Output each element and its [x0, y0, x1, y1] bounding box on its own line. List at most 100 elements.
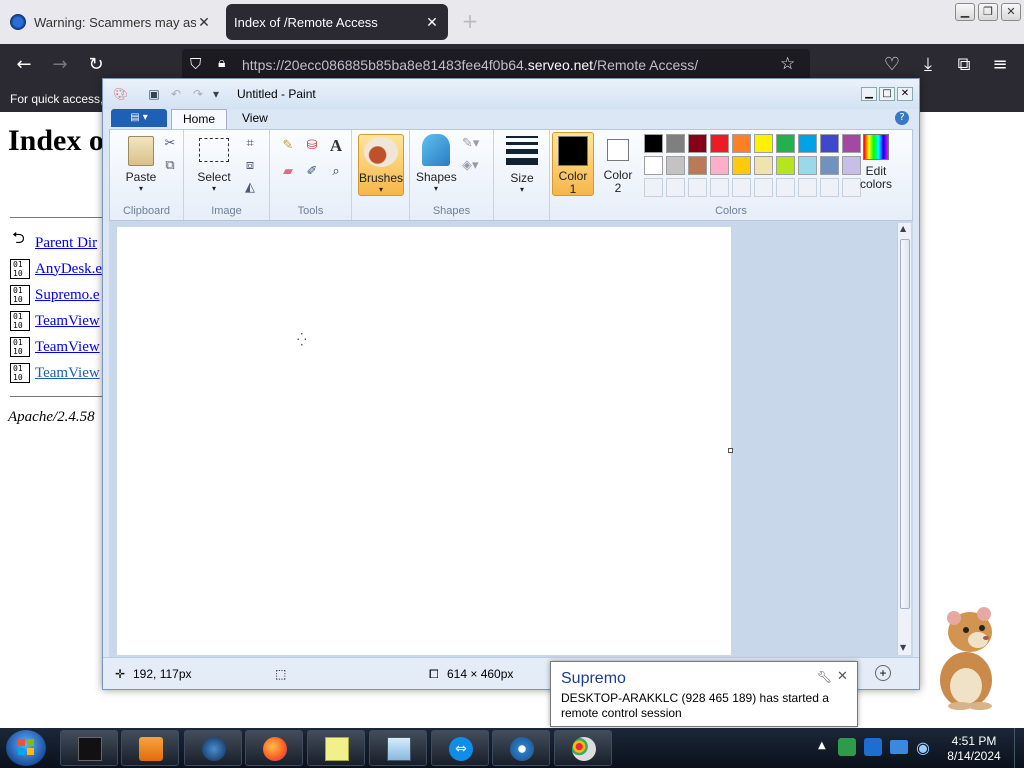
list-item[interactable]: 01 10 AnyDesk.e — [10, 257, 102, 281]
scroll-up-icon[interactable]: ▲ — [900, 224, 906, 233]
taskbar-app-media-player[interactable] — [121, 730, 179, 766]
taskbar-app-globe[interactable] — [184, 730, 242, 766]
palette-swatch[interactable] — [710, 156, 729, 175]
palette-swatch[interactable] — [732, 134, 751, 153]
cut-icon[interactable]: ✂ — [162, 136, 178, 152]
custom-color-slot[interactable] — [754, 178, 773, 197]
paint-maximize-button[interactable]: □ — [879, 87, 895, 101]
palette-swatch[interactable] — [732, 156, 751, 175]
fill-icon[interactable]: ◈▾ — [462, 158, 479, 174]
custom-color-slot[interactable] — [666, 178, 685, 197]
system-clock[interactable]: 4:51 PM 8/14/2024 — [938, 734, 1010, 764]
scroll-down-icon[interactable]: ▼ — [900, 643, 906, 652]
close-window-button[interactable]: ✕ — [1001, 3, 1021, 21]
list-item-link[interactable]: TeamView — [35, 365, 100, 382]
select-button[interactable]: Select ▾ — [192, 138, 236, 193]
close-tab-icon[interactable]: ✕ — [196, 14, 212, 31]
color2-button[interactable]: Color 2 — [598, 132, 638, 196]
copy-icon[interactable]: ⧉ — [162, 158, 178, 174]
paint-window[interactable]: 🎨︎ ▣ ↶ ↷ ▾ Untitled - Paint ▁ □ ✕ ▤ ▾ Ho… — [102, 78, 920, 690]
address-bar[interactable]: ⛉ 🔒︎ https://20ecc086885b85ba8e81483fee4… — [182, 49, 810, 81]
save-icon[interactable]: ▣ — [147, 87, 161, 101]
custom-color-slot[interactable] — [644, 178, 663, 197]
list-item[interactable]: 01 10 TeamView — [10, 335, 100, 359]
wrench-icon[interactable]: 🔧︎ — [817, 670, 832, 684]
downloads-icon[interactable]: ⤓ — [916, 53, 940, 77]
show-hidden-icons-icon[interactable]: ▲ — [818, 740, 826, 751]
palette-swatch[interactable] — [644, 156, 663, 175]
paint-minimize-button[interactable]: ▁ — [861, 87, 877, 101]
bookmark-star-icon[interactable]: ☆ — [780, 54, 795, 74]
show-desktop-button[interactable] — [1014, 728, 1024, 768]
shapes-button[interactable]: Shapes ▾ — [416, 134, 457, 193]
hamster-gadget[interactable] — [926, 600, 1012, 710]
help-icon[interactable]: ? — [895, 111, 909, 125]
shield-icon[interactable]: ⛉ — [190, 55, 201, 73]
paint-file-menu-button[interactable]: ▤ ▾ — [111, 109, 167, 127]
tab-view[interactable]: View — [231, 109, 279, 129]
list-item[interactable]: 01 10 TeamView — [10, 361, 100, 385]
pocket-icon[interactable]: ♡ — [880, 53, 904, 77]
taskbar-app-supremo[interactable] — [492, 730, 550, 766]
volume-icon[interactable]: ◉ — [916, 738, 930, 757]
palette-swatch[interactable] — [776, 134, 795, 153]
magnifier-icon[interactable]: ⌕ — [328, 164, 344, 180]
close-icon[interactable]: ✕ — [837, 668, 848, 684]
palette-swatch[interactable] — [754, 134, 773, 153]
palette-swatch[interactable] — [666, 156, 685, 175]
outline-icon[interactable]: ✎▾ — [462, 136, 479, 152]
vertical-scrollbar[interactable]: ▲ ▼ — [897, 223, 911, 655]
restore-button[interactable]: ❐ — [978, 3, 998, 21]
supremo-notification[interactable]: Supremo 🔧︎ ✕ DESKTOP-ARAKKLC (928 465 18… — [550, 661, 858, 727]
edit-colors-button[interactable]: Edit colors — [856, 132, 896, 196]
color1-button[interactable]: Color 1 — [552, 132, 594, 196]
palette-swatch[interactable] — [798, 156, 817, 175]
forward-arrow-icon[interactable]: → — [48, 53, 72, 77]
tray-monitor-icon[interactable] — [890, 740, 908, 754]
palette-swatch[interactable] — [644, 134, 663, 153]
minimize-button[interactable]: ▁ — [955, 3, 975, 21]
custom-color-slot[interactable] — [798, 178, 817, 197]
paint-title-bar[interactable]: 🎨︎ ▣ ↶ ↷ ▾ Untitled - Paint ▁ □ ✕ — [103, 79, 919, 109]
list-item-link[interactable]: AnyDesk.e — [35, 261, 102, 278]
customize-quick-access-icon[interactable]: ▾ — [209, 87, 223, 101]
tray-network-icon[interactable] — [838, 738, 856, 756]
palette-swatch[interactable] — [666, 134, 685, 153]
palette-swatch[interactable] — [754, 156, 773, 175]
custom-color-slot[interactable] — [776, 178, 795, 197]
taskbar-app-notepad[interactable] — [369, 730, 427, 766]
resize-icon[interactable]: ⧈ — [242, 158, 258, 174]
lock-icon[interactable]: 🔒︎ — [218, 55, 225, 71]
list-item-link[interactable]: TeamView — [35, 339, 100, 356]
list-item[interactable]: ⮌ Parent Dir — [10, 230, 97, 255]
list-item-link[interactable]: Parent Dir — [35, 235, 97, 252]
reload-icon[interactable]: ↻ — [84, 53, 108, 77]
start-button[interactable] — [6, 730, 46, 766]
palette-swatch[interactable] — [776, 156, 795, 175]
taskbar-app-paint[interactable] — [554, 730, 612, 766]
palette-swatch[interactable] — [820, 134, 839, 153]
undo-icon[interactable]: ↶ — [169, 87, 183, 101]
list-item[interactable]: 01 10 TeamView — [10, 309, 100, 333]
new-tab-button[interactable]: + — [458, 10, 482, 34]
custom-color-slot[interactable] — [732, 178, 751, 197]
drawing-canvas[interactable]: ⁛ — [117, 227, 731, 655]
list-item-link[interactable]: TeamView — [35, 313, 100, 330]
custom-color-slot[interactable] — [688, 178, 707, 197]
rotate-icon[interactable]: ◭ — [242, 180, 258, 196]
text-tool-icon[interactable]: A — [328, 137, 344, 154]
paste-button[interactable]: Paste ▾ — [118, 136, 164, 193]
extensions-icon[interactable]: ⧉ — [952, 53, 976, 77]
menu-icon[interactable]: ≡ — [988, 53, 1012, 77]
tray-app-icon[interactable] — [864, 738, 882, 756]
crop-icon[interactable]: ⌗ — [242, 136, 258, 152]
list-item[interactable]: 01 10 Supremo.e — [10, 283, 100, 307]
close-tab-icon[interactable]: ✕ — [424, 14, 440, 31]
color-picker-icon[interactable]: ✐ — [304, 164, 320, 180]
palette-swatch[interactable] — [688, 156, 707, 175]
browser-tab-warning[interactable]: Warning: Scammers may ask y ✕ — [2, 4, 220, 40]
url-text[interactable]: https://20ecc086885b85ba8e81483fee4f0b64… — [242, 57, 698, 73]
canvas-resize-handle[interactable] — [728, 448, 733, 453]
browser-tab-index[interactable]: Index of /Remote Access ✕ — [226, 4, 448, 40]
eraser-icon[interactable]: ▰ — [280, 164, 296, 180]
